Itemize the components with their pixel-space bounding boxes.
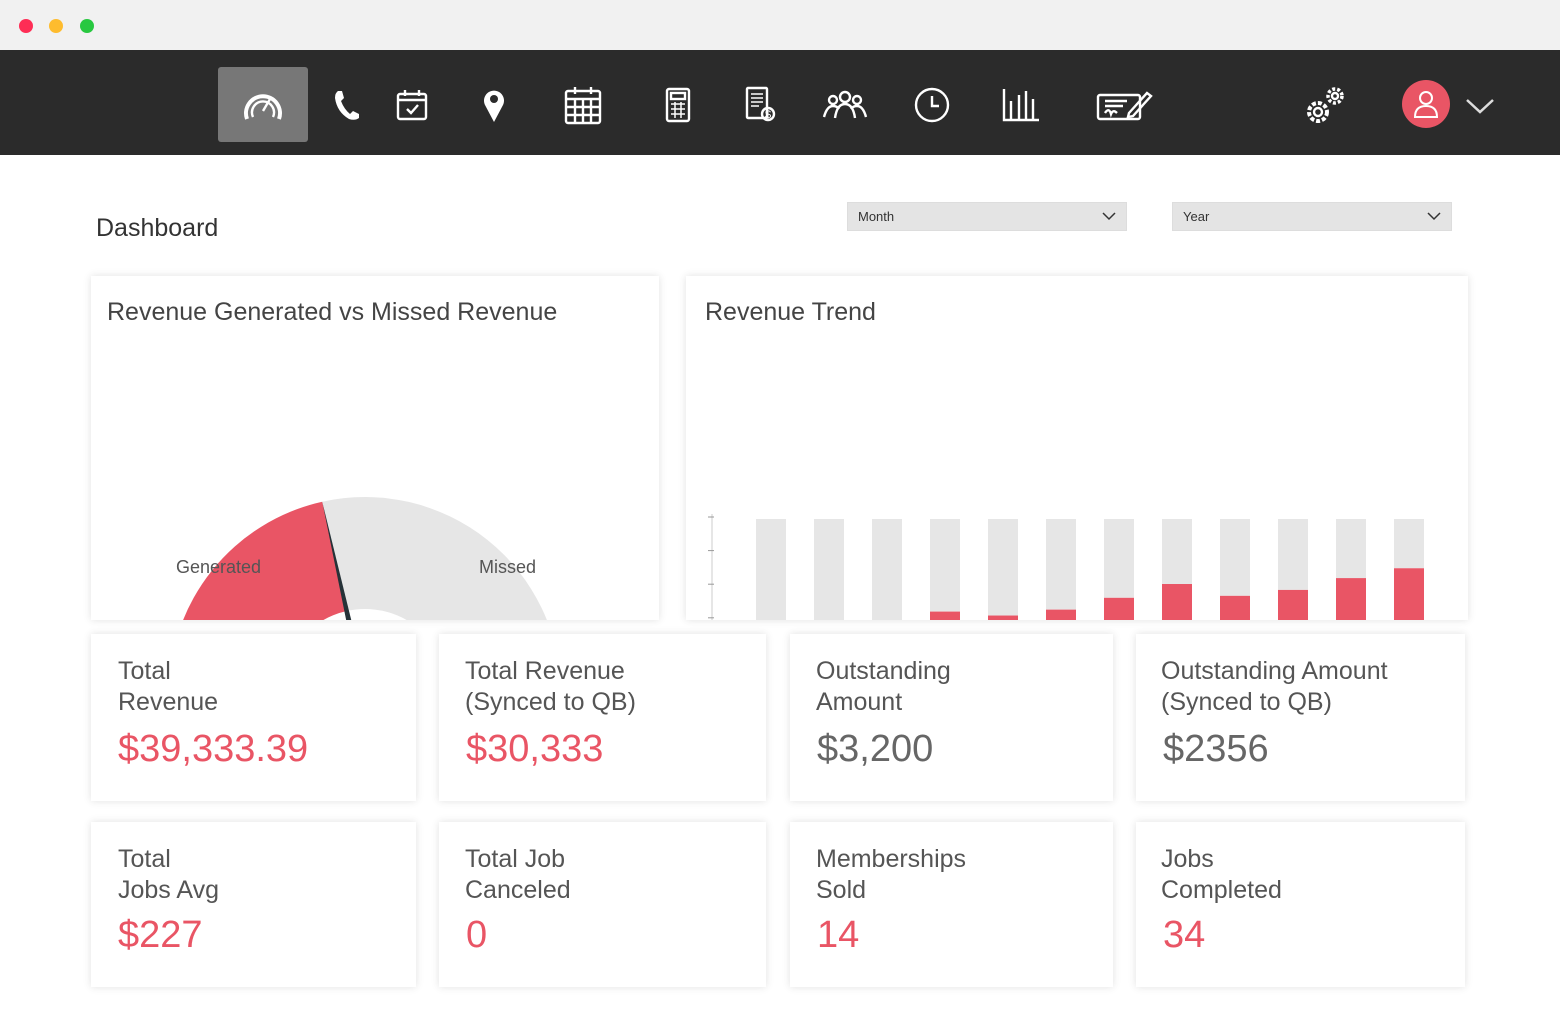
stat-label: Outstanding Amount <box>816 657 951 716</box>
stat-label: Outstanding Amount (Synced to QB) <box>1161 657 1388 716</box>
gauge-generated-label: Generated <box>176 557 262 577</box>
invoice-dollar-icon: $ <box>745 86 776 121</box>
nav-calendar[interactable] <box>560 67 606 142</box>
bar-missed <box>814 519 844 620</box>
nav-phone[interactable] <box>325 67 367 142</box>
avatar[interactable] <box>1402 80 1450 128</box>
bar-missed <box>988 519 1018 616</box>
calculator-icon <box>665 87 691 122</box>
stat-card: Total Revenue (Synced to QB) $30,333 <box>439 634 766 801</box>
chevron-down-icon <box>1102 212 1116 221</box>
close-window-button[interactable] <box>19 19 33 33</box>
calendar-grid-icon <box>564 86 602 124</box>
stat-value: $3,200 <box>817 728 934 770</box>
nav-contracts[interactable] <box>1094 67 1154 142</box>
bar-missed <box>872 519 902 620</box>
stat-label: Jobs Completed <box>1161 845 1282 904</box>
stat-label: Total Revenue <box>118 657 219 716</box>
bar-missed <box>756 519 786 620</box>
contract-sign-icon <box>1096 90 1153 120</box>
svg-text:$: $ <box>765 109 771 121</box>
clock-icon <box>914 87 950 122</box>
stat-label: Total Job Canceled <box>465 845 571 904</box>
stat-value: $39,333.39 <box>118 728 309 770</box>
bar-missed <box>1278 519 1308 590</box>
phone-icon <box>335 90 359 120</box>
nav-dashboard[interactable] <box>218 67 308 142</box>
gauge-missed-label: Missed <box>479 557 537 577</box>
bar-missed <box>1336 519 1366 579</box>
user-icon <box>1413 91 1439 118</box>
users-icon <box>822 90 868 118</box>
nav-customers[interactable] <box>818 67 872 142</box>
stat-value: $30,333 <box>466 728 604 770</box>
gauge-card: Revenue Generated vs Missed Revenue Gene… <box>91 276 659 620</box>
stat-value: 14 <box>817 914 860 956</box>
stat-card: Jobs Completed 34 <box>1136 822 1465 987</box>
bar-generated <box>1046 609 1076 620</box>
revenue-trend-chart: JANUARYFEBRUARYMARCHAPRILMAYJUNEJULYAUGU… <box>708 514 1424 620</box>
stat-card: Outstanding Amount $3,200 <box>790 634 1113 801</box>
bar-generated <box>1336 578 1366 620</box>
bar-chart-icon <box>1002 88 1039 121</box>
nav-time[interactable] <box>910 67 954 142</box>
bar-generated <box>1104 597 1134 620</box>
bar-generated <box>1162 584 1192 620</box>
stat-label: Total Revenue (Synced to QB) <box>465 657 636 716</box>
stat-card: Memberships Sold 14 <box>790 822 1113 987</box>
stat-card: Total Revenue $39,333.39 <box>91 634 416 801</box>
chevron-down-icon[interactable] <box>1465 97 1495 115</box>
bar-generated <box>1278 589 1308 620</box>
stat-value: 0 <box>466 914 488 956</box>
revenue-trend-card: Revenue Trend JANUARYFEBRUARYMARCHAPRILM… <box>686 276 1468 620</box>
speedometer-icon <box>244 93 282 120</box>
map-pin-icon <box>484 90 504 122</box>
bar-missed <box>1394 519 1424 569</box>
bar-generated <box>930 611 960 620</box>
stat-card: Total Jobs Avg $227 <box>91 822 416 987</box>
bar-missed <box>1220 519 1250 596</box>
nav-schedule[interactable] <box>390 67 434 142</box>
stat-label: Total Jobs Avg <box>118 845 220 904</box>
stat-value: $227 <box>118 914 203 956</box>
stat-card: Total Job Canceled 0 <box>439 822 766 987</box>
calendar-check-icon <box>396 89 428 120</box>
top-nav: $ <box>0 50 1560 155</box>
year-select[interactable]: Year <box>1172 202 1452 231</box>
gears-icon <box>1307 86 1344 123</box>
month-select[interactable]: Month <box>847 202 1127 231</box>
nav-calculator[interactable] <box>657 67 699 142</box>
nav-reports[interactable] <box>998 67 1044 142</box>
nav-map[interactable] <box>473 67 515 142</box>
maximize-window-button[interactable] <box>80 19 94 33</box>
settings-button[interactable] <box>1300 67 1350 142</box>
page-title: Dashboard <box>96 214 219 242</box>
stat-label: Memberships Sold <box>816 845 967 904</box>
stat-value: 34 <box>1163 914 1206 956</box>
dashboard-main: Dashboard Month Year Revenue Generated v… <box>0 155 1560 1033</box>
chevron-down-icon <box>1427 212 1441 221</box>
bar-missed <box>1104 519 1134 598</box>
bar-missed <box>930 519 960 612</box>
month-select-value: Month <box>858 209 895 224</box>
stat-card: Outstanding Amount (Synced to QB) $2356 <box>1136 634 1465 801</box>
year-select-value: Year <box>1183 209 1210 224</box>
window-titlebar <box>0 0 1560 50</box>
bar-missed <box>1162 519 1192 585</box>
bar-generated <box>1220 595 1250 620</box>
bar-generated <box>1394 568 1424 620</box>
minimize-window-button[interactable] <box>49 19 63 33</box>
bar-generated <box>988 615 1018 620</box>
bar-missed <box>1046 519 1076 610</box>
nav-invoices[interactable]: $ <box>740 67 782 142</box>
stat-value: $2356 <box>1163 728 1269 770</box>
